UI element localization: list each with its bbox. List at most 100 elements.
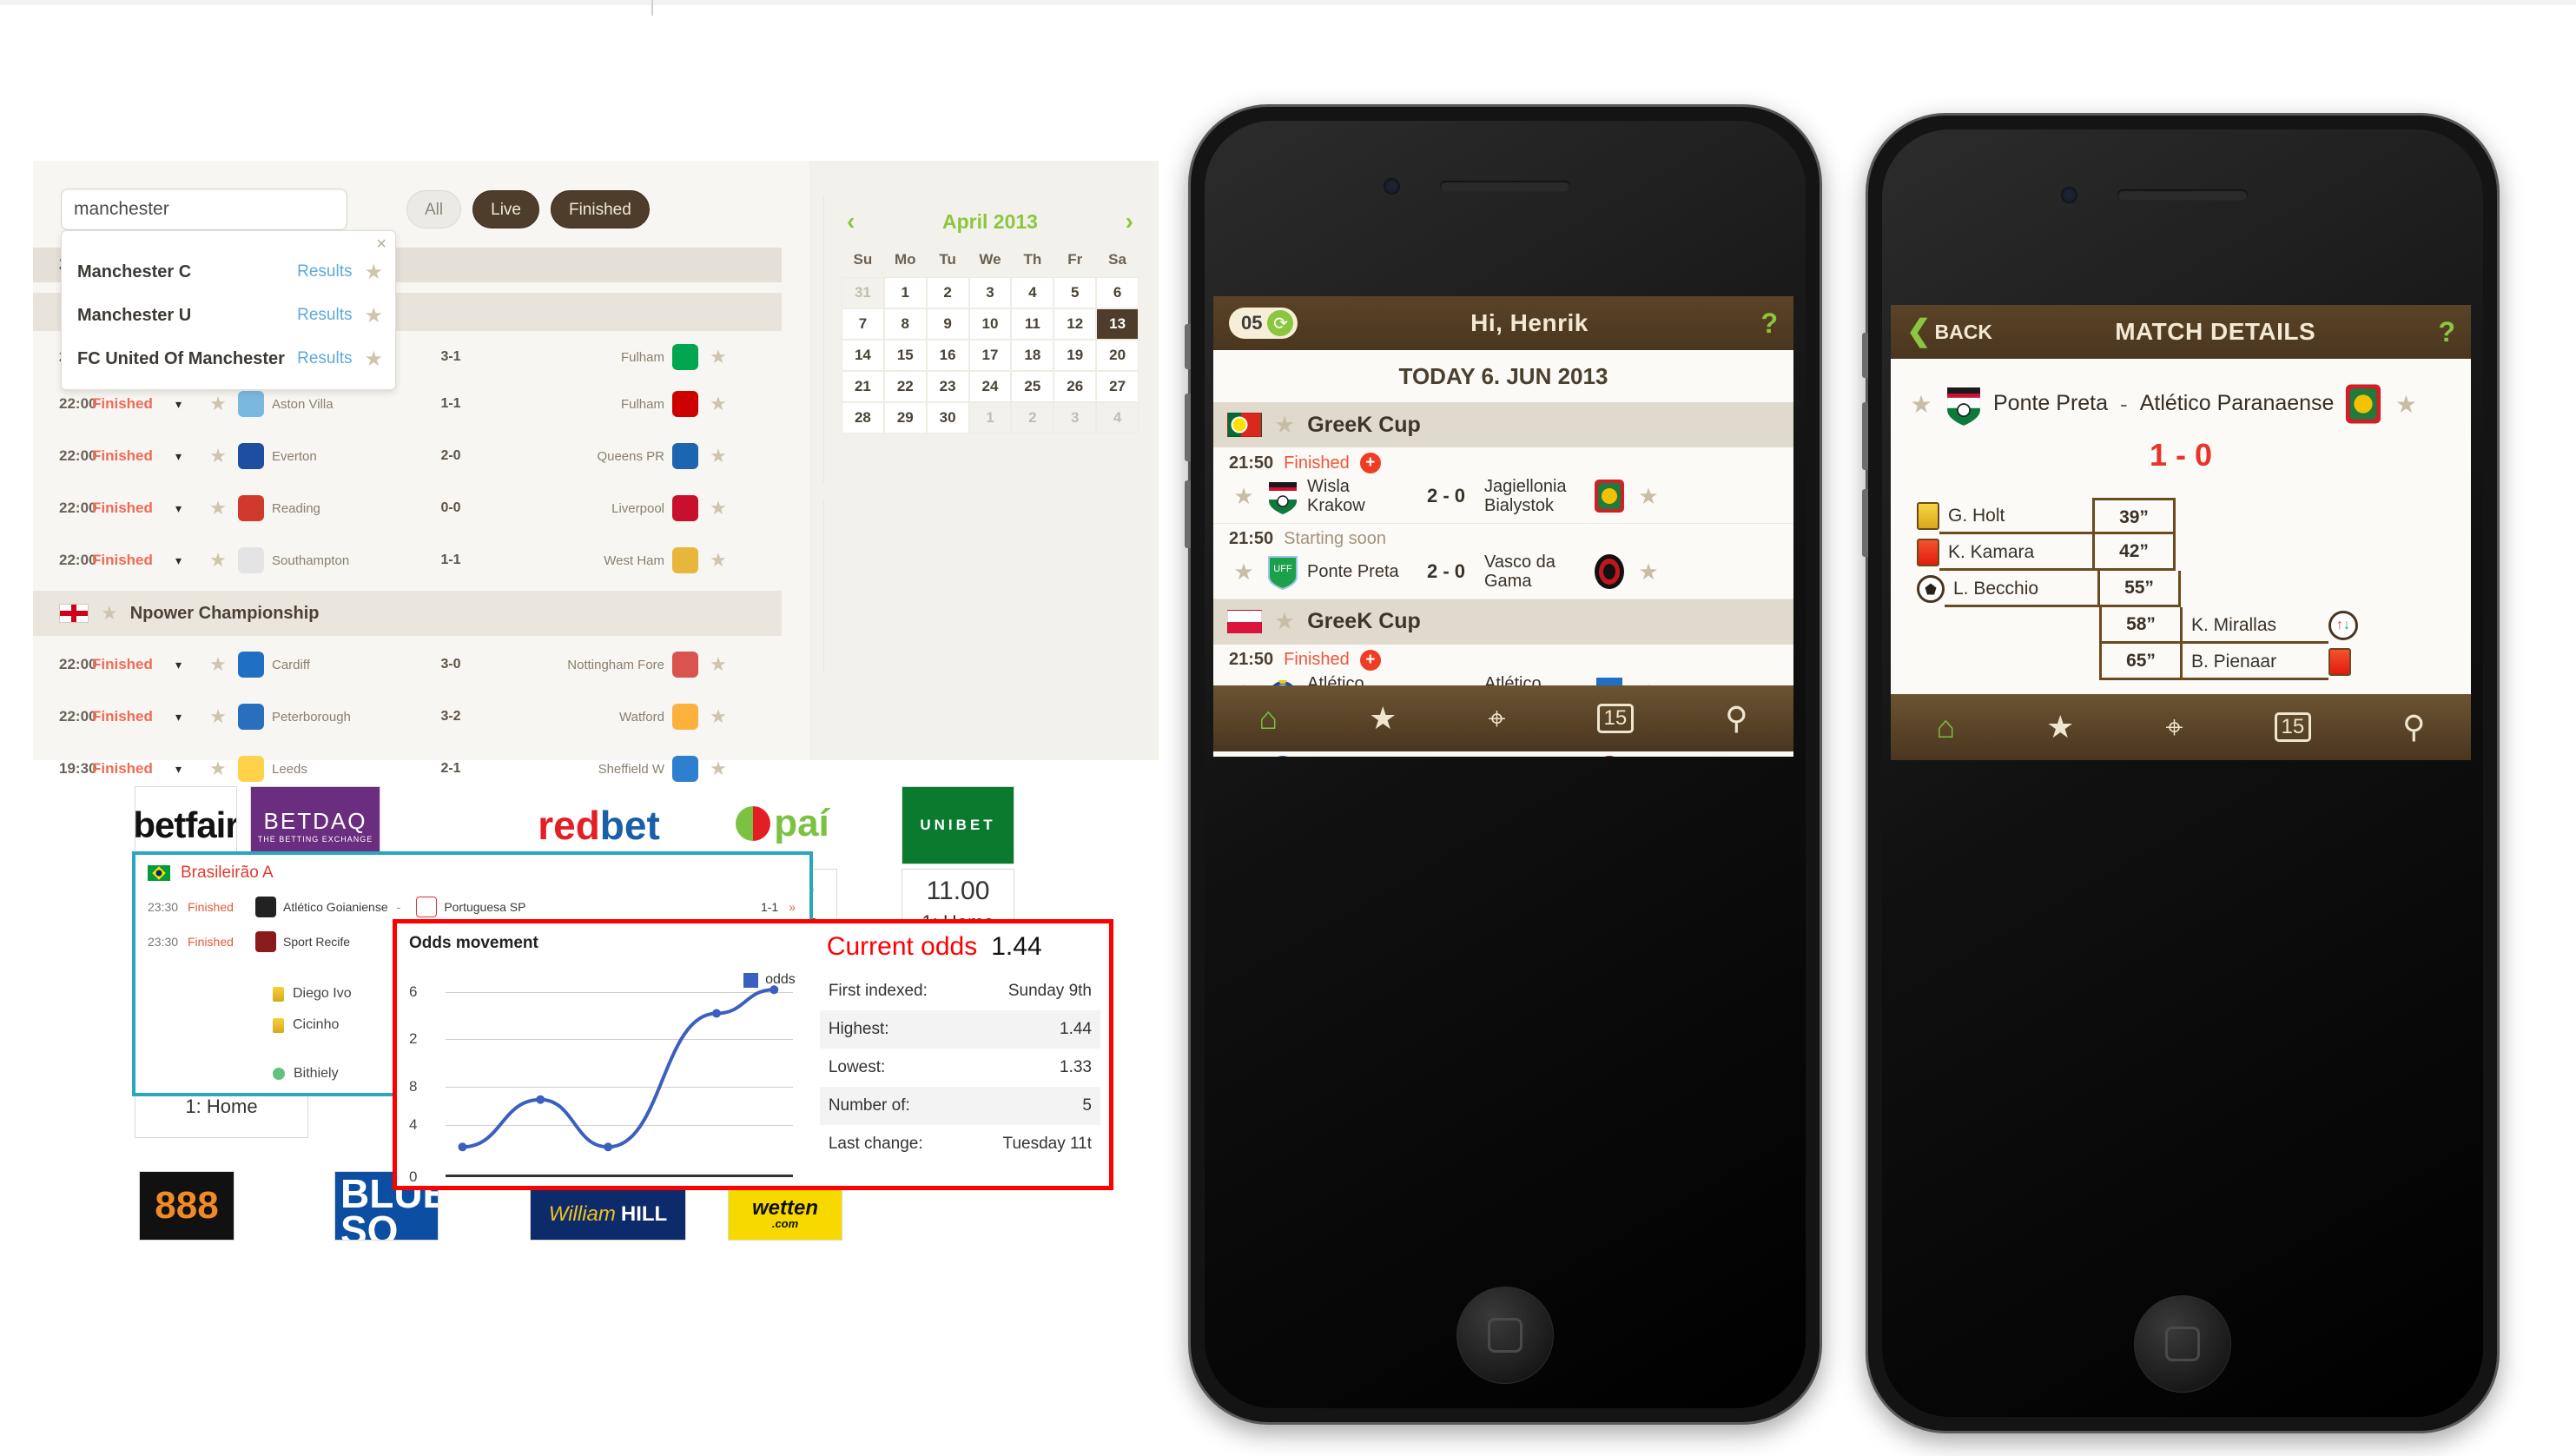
- table-row[interactable]: 22:00 Finished ▾ ★ Cardiff 3-0 Nottingha…: [33, 639, 782, 691]
- chevron-down-icon[interactable]: ▾: [175, 762, 198, 777]
- mute-switch[interactable]: [1185, 324, 1191, 369]
- favorite-star-icon[interactable]: ★: [2386, 390, 2426, 419]
- table-row[interactable]: 22:00 Finished ▾ ★ Everton 2-0 Queens PR…: [33, 430, 782, 482]
- match-item[interactable]: 21:50 Starting soon ★ UFF Ponte Preta 2 …: [1213, 524, 1793, 599]
- table-row[interactable]: 22:00 Finished ▾ ★ Southampton 1-1 West …: [33, 534, 782, 586]
- calendar-day[interactable]: 24: [968, 371, 1012, 402]
- volume-down-button[interactable]: [1862, 489, 1868, 557]
- mute-switch[interactable]: [1862, 333, 1868, 378]
- calendar-day[interactable]: 1: [968, 402, 1012, 433]
- list-item[interactable]: Manchester C Results ★: [62, 250, 395, 294]
- calendar-day[interactable]: 16: [926, 340, 969, 371]
- calendar-day[interactable]: 21: [842, 371, 884, 402]
- volume-down-button[interactable]: [1185, 480, 1191, 548]
- volume-up-button[interactable]: [1862, 402, 1868, 470]
- favorite-star-icon[interactable]: ★: [364, 347, 383, 372]
- favorite-star-icon[interactable]: ★: [198, 549, 238, 572]
- calendar-day[interactable]: 27: [1096, 371, 1139, 402]
- calendar-day[interactable]: 28: [842, 402, 884, 433]
- home-tab-icon[interactable]: ⌂: [1936, 709, 1955, 745]
- bookmaker-logo-888[interactable]: 888: [139, 1171, 234, 1241]
- chevron-left-icon[interactable]: ‹: [847, 208, 855, 235]
- chevron-down-icon[interactable]: ▾: [175, 553, 198, 568]
- favorites-tab-icon[interactable]: ★: [2046, 709, 2074, 745]
- favorite-star-icon[interactable]: ★: [364, 303, 383, 328]
- calendar-day[interactable]: 5: [1054, 277, 1097, 308]
- calendar-day[interactable]: 11: [1011, 308, 1054, 340]
- calendar-day[interactable]: 12: [1054, 308, 1097, 340]
- favorite-star-icon[interactable]: ★: [1274, 412, 1295, 439]
- favorite-star-icon[interactable]: ★: [198, 497, 238, 520]
- search-tab-icon[interactable]: ⚲: [2402, 709, 2425, 745]
- match-item[interactable]: 21:50 Finished + ★ Wisla Krakow 2 - 0 Ja…: [1213, 447, 1793, 524]
- calendar-day[interactable]: 1: [883, 277, 927, 308]
- refresh-button[interactable]: 05 ⟳: [1229, 308, 1298, 339]
- calendar-day[interactable]: 18: [1011, 340, 1054, 371]
- calendar-tab-icon[interactable]: 15: [2274, 712, 2312, 742]
- bookmaker-logo-williamhill[interactable]: William HILL: [530, 1188, 686, 1241]
- calendar-day[interactable]: 20: [1096, 340, 1139, 371]
- calendar-day[interactable]: 3: [1054, 402, 1097, 433]
- favorite-star-icon[interactable]: ★: [698, 497, 738, 520]
- calendar-day[interactable]: 4: [1011, 277, 1054, 308]
- favorite-star-icon[interactable]: ★: [698, 549, 738, 572]
- chevron-down-icon[interactable]: ▾: [175, 397, 198, 412]
- calendar-day[interactable]: 22: [883, 371, 927, 402]
- favorite-star-icon[interactable]: ★: [1224, 559, 1264, 586]
- favorite-star-icon[interactable]: ★: [698, 705, 738, 728]
- calendar-day[interactable]: 2: [926, 277, 969, 308]
- favorite-star-icon[interactable]: ★: [698, 758, 738, 780]
- calendar-day[interactable]: 23: [926, 371, 969, 402]
- calendar-day[interactable]: 19: [1054, 340, 1097, 371]
- favorite-star-icon[interactable]: ★: [364, 260, 383, 285]
- calendar-day[interactable]: 8: [883, 308, 927, 340]
- expand-icon[interactable]: »: [789, 900, 796, 914]
- chevron-down-icon[interactable]: ▾: [175, 658, 198, 672]
- chevron-down-icon[interactable]: ▾: [175, 501, 198, 516]
- favorite-star-icon[interactable]: ★: [198, 445, 238, 467]
- list-item[interactable]: FC United Of Manchester Results ★: [62, 337, 395, 381]
- help-icon[interactable]: ?: [2438, 316, 2455, 348]
- calendar-day[interactable]: 15: [883, 340, 927, 371]
- search-tab-icon[interactable]: ⚲: [1725, 700, 1747, 737]
- globe-tab-icon[interactable]: ⌖: [1488, 700, 1505, 738]
- home-tab-icon[interactable]: ⌂: [1258, 700, 1278, 737]
- favorite-star-icon[interactable]: ★: [1224, 755, 1264, 757]
- favorite-star-icon[interactable]: ★: [698, 653, 738, 676]
- filter-all[interactable]: All: [406, 190, 462, 228]
- calendar-day[interactable]: 31: [842, 277, 884, 308]
- refresh-icon[interactable]: ⟳: [1267, 310, 1294, 336]
- volume-up-button[interactable]: [1185, 394, 1191, 461]
- chevron-right-icon[interactable]: ›: [1126, 208, 1133, 235]
- favorite-star-icon[interactable]: ★: [101, 602, 118, 625]
- favorite-star-icon[interactable]: ★: [1224, 483, 1264, 510]
- calendar-day[interactable]: 6: [1096, 277, 1139, 308]
- home-button[interactable]: [2134, 1295, 2231, 1393]
- league-band-npower[interactable]: ★ Npower Championship: [33, 591, 782, 636]
- calendar-day[interactable]: 4: [1096, 402, 1139, 433]
- close-icon[interactable]: ×: [376, 235, 386, 253]
- calendar-day[interactable]: 29: [883, 402, 927, 433]
- chevron-down-icon[interactable]: ▾: [175, 449, 198, 464]
- calendar-day[interactable]: 17: [968, 340, 1012, 371]
- expand-plus-icon[interactable]: +: [1359, 649, 1381, 671]
- calendar-day[interactable]: 30: [926, 402, 969, 433]
- chevron-down-icon[interactable]: ▾: [175, 710, 198, 725]
- calendar-day[interactable]: 2: [1011, 402, 1054, 433]
- bookmaker-logo-wetten[interactable]: wetten .com: [728, 1188, 842, 1241]
- search-input[interactable]: manchester: [61, 189, 347, 230]
- home-button[interactable]: [1456, 1287, 1554, 1384]
- table-row[interactable]: 22:00 Finished ▾ ★ Peterborough 3-2 Watf…: [33, 691, 782, 743]
- favorite-star-icon[interactable]: ★: [198, 653, 238, 676]
- list-item[interactable]: Manchester U Results ★: [62, 294, 395, 337]
- results-link[interactable]: Results: [297, 262, 352, 281]
- favorite-star-icon[interactable]: ★: [1628, 755, 1668, 757]
- calendar-day[interactable]: 3: [968, 277, 1012, 308]
- expand-plus-icon[interactable]: +: [1359, 453, 1381, 473]
- favorite-star-icon[interactable]: ★: [1901, 390, 1941, 419]
- favorite-star-icon[interactable]: ★: [1274, 608, 1295, 635]
- calendar-day[interactable]: 14: [842, 340, 884, 371]
- favorite-star-icon[interactable]: ★: [198, 393, 238, 415]
- calendar-day[interactable]: 10: [968, 308, 1012, 340]
- favorite-star-icon[interactable]: ★: [698, 346, 738, 368]
